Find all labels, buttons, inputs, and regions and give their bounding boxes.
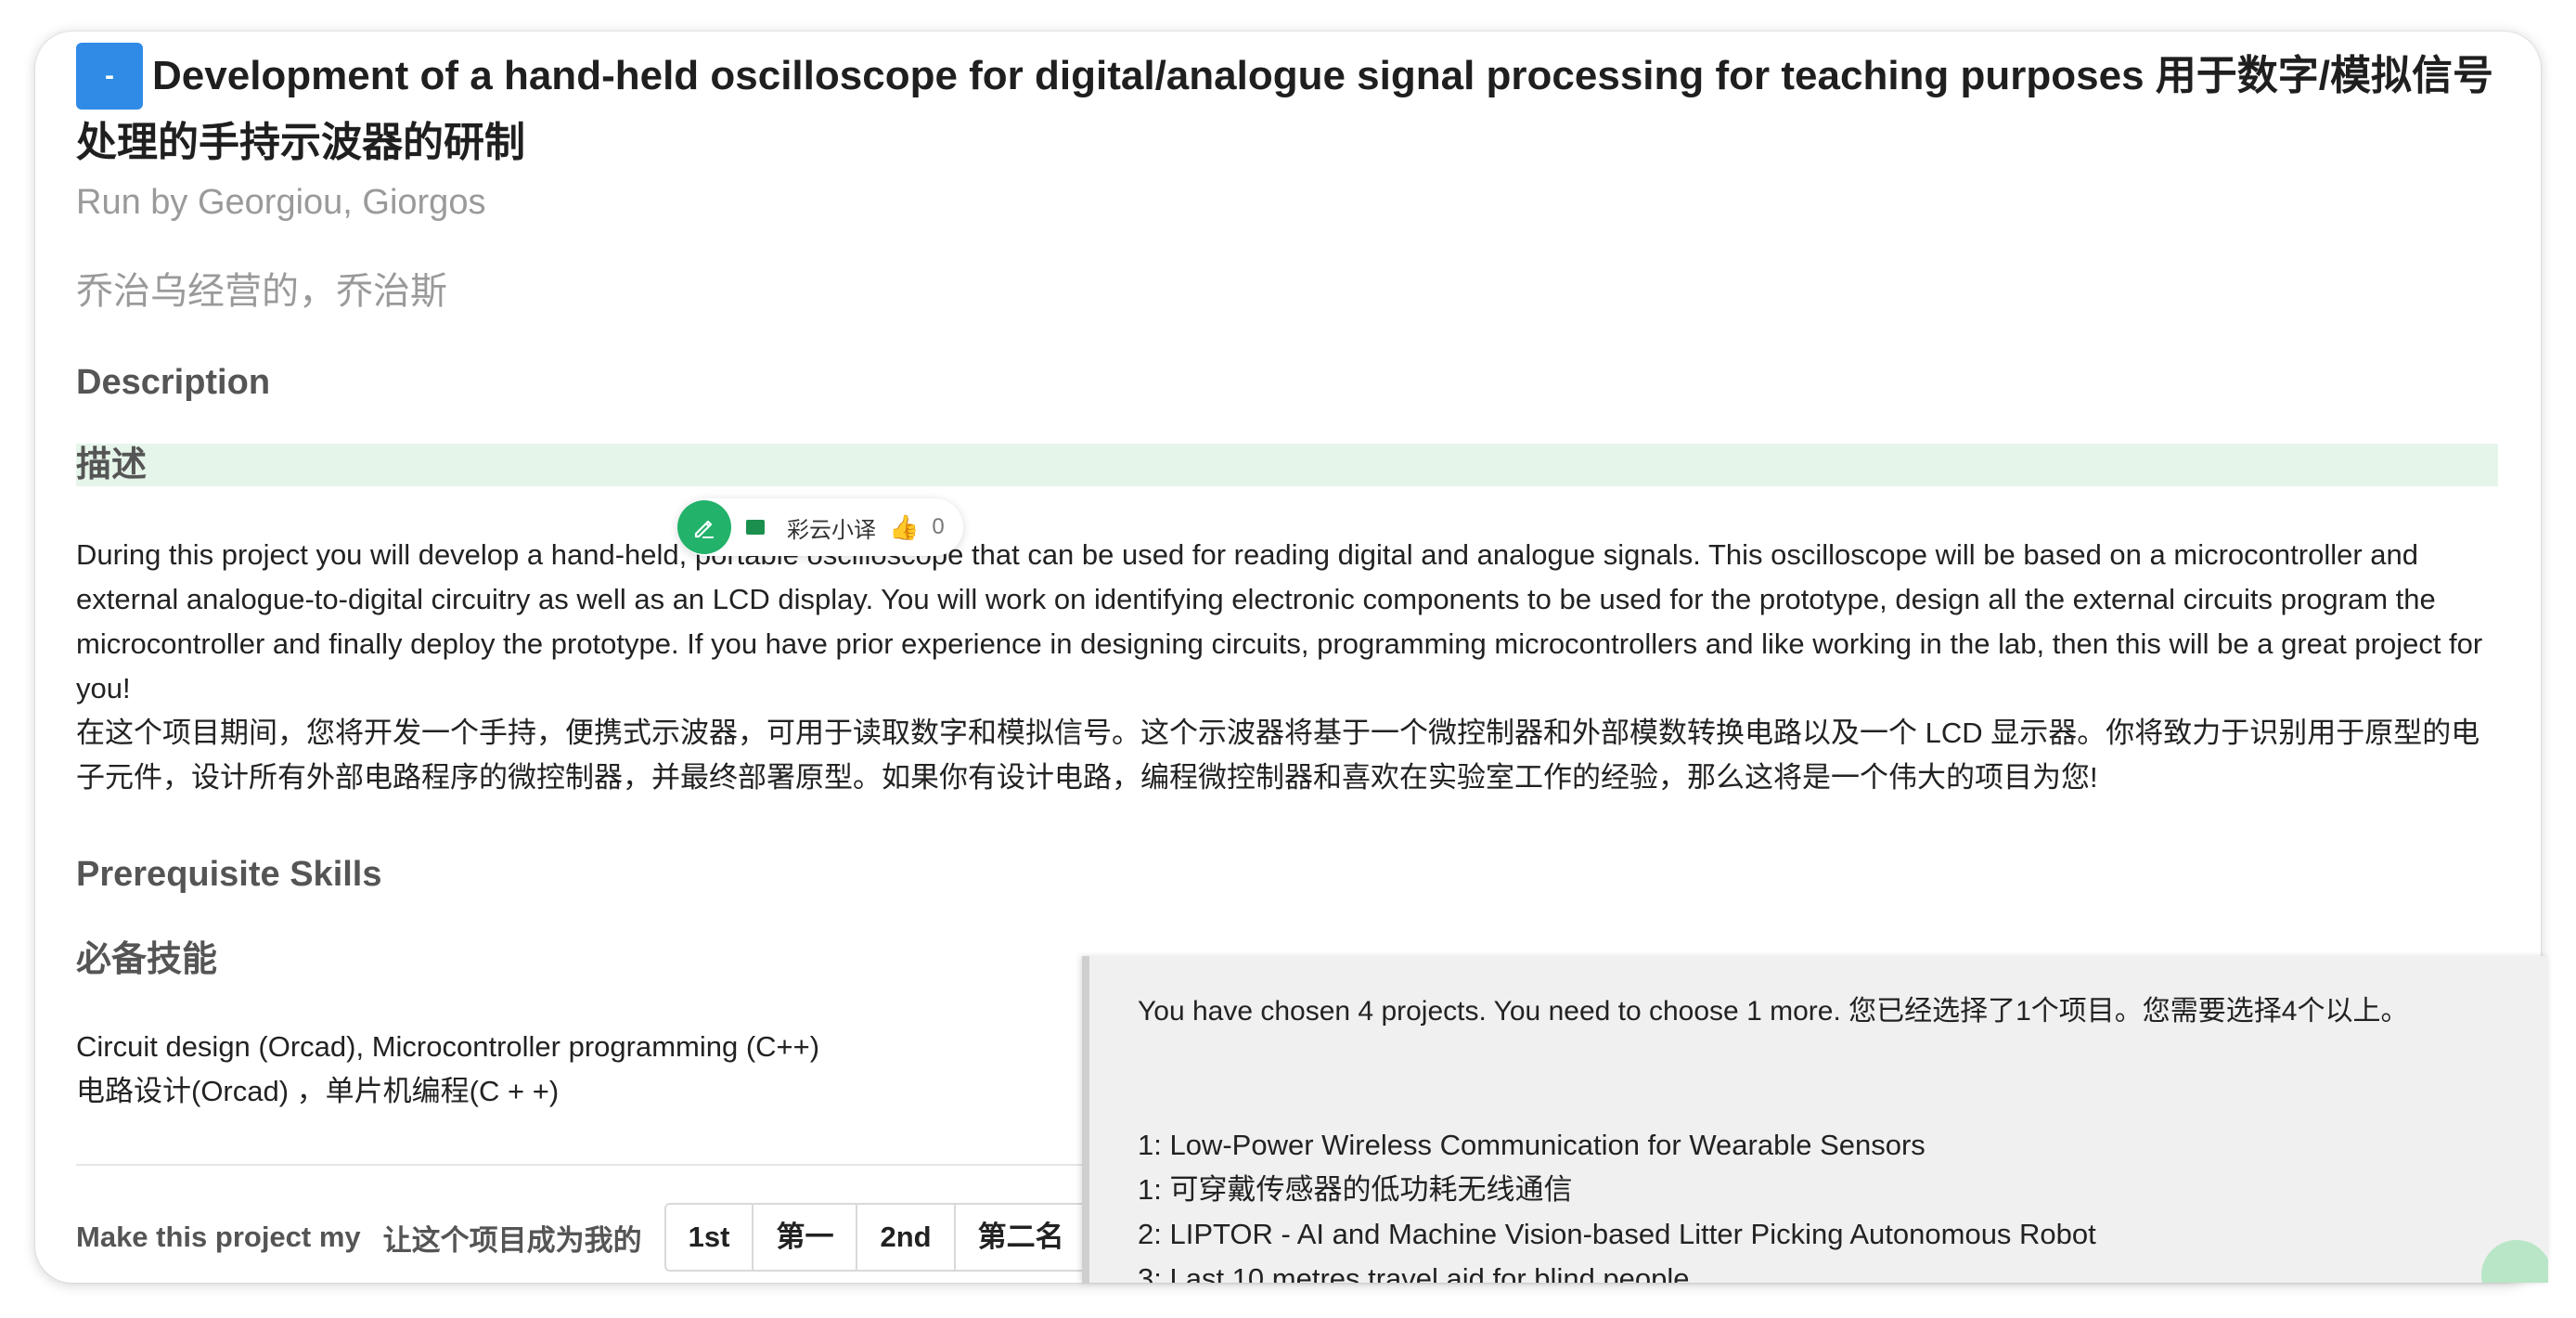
selection-panel-content: You have chosen 4 projects. You need to … <box>1138 989 2530 1283</box>
project-supervisor: Run by Georgiou, Giorgos <box>76 183 486 222</box>
description-heading-cn: 描述 <box>76 444 2498 486</box>
priority-2nd-cn-button[interactable]: 第二名 <box>955 1205 1088 1270</box>
translator-label: 彩云小译 <box>787 517 876 543</box>
translator-chip[interactable]: 彩云小译 👍 0 <box>677 498 963 556</box>
description-text: During this project you will develop a h… <box>76 533 2498 800</box>
page: - Development of a hand-held oscilloscope… <box>0 0 2576 1318</box>
priority-2nd-button[interactable]: 2nd <box>857 1205 956 1270</box>
selected-projects-list: 1: Low-Power Wireless Communication for … <box>1138 1123 2530 1283</box>
pencil-icon[interactable] <box>677 500 731 554</box>
like-count: 0 <box>932 514 945 539</box>
collapse-button[interactable]: - <box>76 43 143 110</box>
list-item[interactable]: 2: LIPTOR - AI and Machine Vision-based … <box>1138 1212 2530 1257</box>
selection-message: You have chosen 4 projects. You need to … <box>1138 996 2409 1027</box>
choose-label: Make this project my <box>76 1221 361 1253</box>
skills-heading: Prerequisite Skills <box>76 855 382 894</box>
list-item[interactable]: 3: Last 10 metres travel aid for blind p… <box>1138 1257 2530 1283</box>
description-text-en: During this project you will develop a h… <box>76 538 2483 704</box>
list-item[interactable]: 1: 可穿戴传感器的低功耗无线通信 <box>1138 1168 2530 1212</box>
thumbs-up-icon[interactable]: 👍 <box>889 513 919 542</box>
description-heading: Description <box>76 363 271 402</box>
list-item[interactable]: 1: Low-Power Wireless Communication for … <box>1138 1123 2530 1168</box>
priority-1st-cn-button[interactable]: 第一 <box>753 1205 858 1270</box>
project-supervisor-cn: 乔治乌经营的，乔治斯 <box>76 271 447 312</box>
flag-icon <box>746 520 765 535</box>
selection-panel: You have chosen 4 projects. You need to … <box>1082 956 2548 1283</box>
priority-1st-button[interactable]: 1st <box>665 1205 754 1270</box>
choose-label-cn: 让这个项目成为我的 <box>382 1223 642 1257</box>
priority-button-group: 1st 第一 2nd 第二名 <box>663 1203 1090 1272</box>
project-title: Development of a hand-held oscilloscope … <box>76 53 2494 165</box>
description-text-cn: 在这个项目期间，您将开发一个手持，便携式示波器，可用于读取数字和模拟信号。这个示… <box>76 717 2480 794</box>
project-title-row: - Development of a hand-held oscilloscope… <box>76 43 2498 176</box>
